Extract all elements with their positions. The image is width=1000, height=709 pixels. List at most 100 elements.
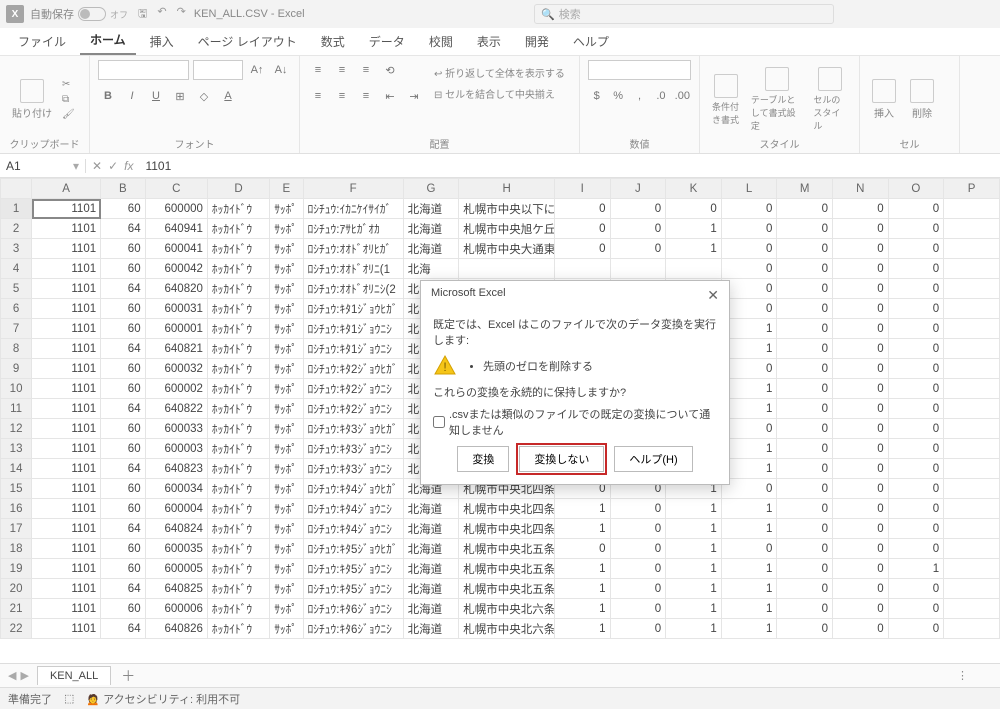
cell[interactable]: 0 (888, 459, 944, 479)
cell[interactable]: 0 (777, 519, 833, 539)
cancel-formula-icon[interactable]: ✕ (92, 159, 102, 173)
cell[interactable]: 64 (101, 279, 145, 299)
fill-color-button[interactable]: ◇ (194, 86, 214, 106)
cell[interactable]: ｻｯﾎﾟ (270, 199, 303, 219)
cell[interactable]: 北海道 (403, 619, 459, 639)
insert-cells-button[interactable]: 挿入 (868, 77, 900, 122)
cell[interactable]: 0 (888, 439, 944, 459)
cell[interactable]: 1101 (32, 239, 101, 259)
row-header[interactable]: 22 (1, 619, 32, 639)
cell[interactable]: ｻｯﾎﾟ (270, 579, 303, 599)
cell[interactable]: ﾛｼﾁｭｳ:ｷﾀ1ｼﾞｮｳﾆｼ (303, 319, 403, 339)
search-box[interactable]: 🔍 検索 (534, 4, 834, 24)
cell[interactable]: 1101 (32, 299, 101, 319)
wrap-text-button[interactable]: ↩ 折り返して全体を表示する (434, 65, 565, 80)
cell[interactable]: ﾛｼﾁｭｳ:ｷﾀ5ｼﾞｮｳﾆｼ (303, 559, 403, 579)
cell[interactable]: ﾛｼﾁｭｳ:ｷﾀ6ｼﾞｮｳﾆｼ (303, 619, 403, 639)
cell[interactable] (944, 559, 1000, 579)
align-bottom-icon[interactable]: ≡ (356, 60, 376, 80)
cell[interactable]: 0 (610, 519, 666, 539)
font-name-select[interactable] (98, 60, 189, 80)
sheet-nav-prev-icon[interactable]: ◀ (8, 669, 16, 682)
cell[interactable]: ｻｯﾎﾟ (270, 339, 303, 359)
cell[interactable] (944, 439, 1000, 459)
name-box[interactable]: A1 ▾ (0, 159, 86, 173)
cell[interactable]: 北海道 (403, 499, 459, 519)
record-macro-icon[interactable]: ⬚ (64, 692, 74, 705)
cell[interactable]: ｻｯﾎﾟ (270, 619, 303, 639)
cell[interactable]: 0 (777, 599, 833, 619)
cell[interactable]: 0 (610, 579, 666, 599)
row-header[interactable]: 16 (1, 499, 32, 519)
cell[interactable]: 0 (777, 239, 833, 259)
cell[interactable]: 0 (832, 539, 888, 559)
cell[interactable]: 600004 (145, 499, 207, 519)
cell[interactable]: ﾎｯｶｲﾄﾞｳ (207, 219, 269, 239)
cell[interactable]: 北海道 (403, 579, 459, 599)
paste-button[interactable]: 貼り付け (8, 77, 56, 122)
cell[interactable]: ｻｯﾎﾟ (270, 239, 303, 259)
align-center-icon[interactable]: ≡ (332, 86, 352, 106)
cell[interactable]: 北海道 (403, 539, 459, 559)
cell[interactable]: ﾛｼﾁｭｳ:ｷﾀ3ｼﾞｮｳﾆｼ (303, 459, 403, 479)
cell[interactable]: 北海 (403, 259, 459, 279)
cell[interactable]: 60 (101, 439, 145, 459)
col-header-G[interactable]: G (403, 179, 459, 199)
cell[interactable]: 0 (832, 439, 888, 459)
row-header[interactable]: 20 (1, 579, 32, 599)
sheet-nav-next-icon[interactable]: ▶ (20, 669, 28, 682)
cell[interactable]: 600002 (145, 379, 207, 399)
cell[interactable]: 640821 (145, 339, 207, 359)
cell[interactable]: 0 (888, 199, 944, 219)
tab-表示[interactable]: 表示 (467, 28, 511, 55)
tab-ホーム[interactable]: ホーム (80, 26, 136, 55)
cell[interactable] (554, 259, 610, 279)
cell[interactable]: 0 (721, 259, 777, 279)
cell[interactable]: 1101 (32, 279, 101, 299)
align-left-icon[interactable]: ≡ (308, 86, 328, 106)
cell[interactable]: ﾎｯｶｲﾄﾞｳ (207, 459, 269, 479)
cell[interactable]: 1101 (32, 399, 101, 419)
cell[interactable]: ﾎｯｶｲﾄﾞｳ (207, 439, 269, 459)
cell[interactable]: 0 (888, 299, 944, 319)
cell[interactable]: 600000 (145, 199, 207, 219)
cell[interactable]: 北海道 (403, 599, 459, 619)
cell[interactable]: ﾎｯｶｲﾄﾞｳ (207, 519, 269, 539)
cell[interactable]: 1 (721, 599, 777, 619)
cell[interactable]: 640826 (145, 619, 207, 639)
cell[interactable]: 0 (777, 499, 833, 519)
cell[interactable]: 1101 (32, 199, 101, 219)
cell[interactable]: 0 (610, 499, 666, 519)
row-header[interactable]: 1 (1, 199, 32, 219)
cell[interactable]: 0 (832, 379, 888, 399)
row-header[interactable]: 15 (1, 479, 32, 499)
cell[interactable]: 1101 (32, 519, 101, 539)
cell[interactable]: 0 (666, 199, 722, 219)
cell[interactable]: 60 (101, 499, 145, 519)
add-sheet-button[interactable]: ＋ (111, 666, 145, 686)
cut-icon[interactable]: ✂ (62, 79, 75, 90)
cell[interactable]: ﾛｼﾁｭｳ:ｵｵﾄﾞｵﾘﾆｼ(2 (303, 279, 403, 299)
cell[interactable]: 0 (777, 379, 833, 399)
cell[interactable] (944, 239, 1000, 259)
cell[interactable]: 1 (666, 579, 722, 599)
cell[interactable]: ﾎｯｶｲﾄﾞｳ (207, 379, 269, 399)
cell[interactable]: 1 (554, 599, 610, 619)
cell[interactable] (944, 619, 1000, 639)
cell[interactable]: 60 (101, 319, 145, 339)
cell[interactable]: ﾛｼﾁｭｳ:ｷﾀ4ｼﾞｮｳﾋｶﾞ (303, 479, 403, 499)
cell[interactable]: ﾛｼﾁｭｳ:ｷﾀ4ｼﾞｮｳﾆｼ (303, 519, 403, 539)
cell[interactable]: ｻｯﾎﾟ (270, 259, 303, 279)
cell[interactable]: 600042 (145, 259, 207, 279)
col-header-M[interactable]: M (777, 179, 833, 199)
col-header-H[interactable]: H (459, 179, 555, 199)
tab-ファイル[interactable]: ファイル (8, 28, 76, 55)
cell[interactable]: 1101 (32, 379, 101, 399)
cell[interactable]: ﾎｯｶｲﾄﾞｳ (207, 579, 269, 599)
cell[interactable]: 0 (777, 619, 833, 639)
row-header[interactable]: 3 (1, 239, 32, 259)
cell[interactable] (459, 259, 555, 279)
cell[interactable]: 0 (777, 199, 833, 219)
cell[interactable]: 札幌市中央北六条西 (459, 619, 555, 639)
tab-ヘルプ[interactable]: ヘルプ (563, 28, 619, 55)
